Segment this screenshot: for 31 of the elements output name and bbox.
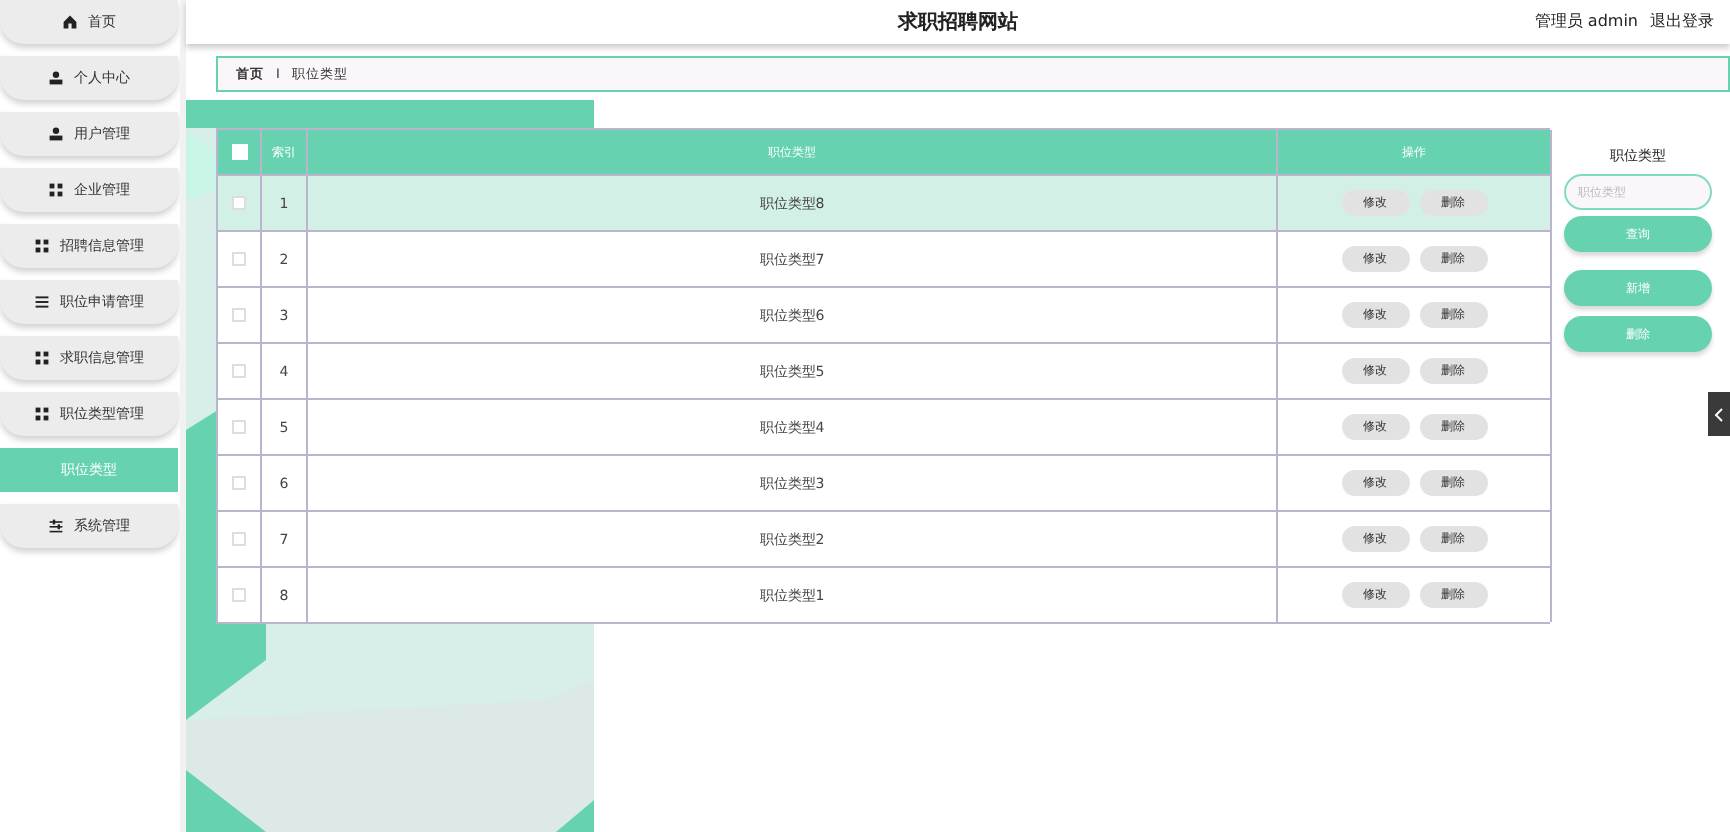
row-checkbox[interactable] [232,476,246,490]
table-row[interactable] [218,230,262,286]
person-icon [48,70,64,86]
person-icon [48,126,64,142]
collapse-handle[interactable] [1708,392,1730,436]
chevron-icon [1714,407,1724,421]
table-row[interactable] [218,398,262,454]
grid-icon [34,350,50,366]
grid-icon [48,182,64,198]
row-checkbox[interactable] [232,588,246,602]
table-row[interactable] [218,510,262,566]
row-checkbox[interactable] [232,196,246,210]
table-row[interactable] [218,566,262,622]
table-row[interactable] [218,286,262,342]
list-icon [34,294,50,310]
table-row[interactable] [218,342,262,398]
sliders-icon [48,518,64,534]
logout-link[interactable]: 退出登录 [1650,10,1714,32]
user-label: 管理员 admin [1534,10,1638,32]
row-checkbox[interactable] [232,364,246,378]
grid-icon [34,406,50,422]
select-all-checkbox[interactable] [231,144,247,160]
table-row[interactable] [218,454,262,510]
grid-icon [34,238,50,254]
row-checkbox[interactable] [232,420,246,434]
row-checkbox[interactable] [232,532,246,546]
row-checkbox[interactable] [232,252,246,266]
home-icon [62,14,78,30]
row-checkbox[interactable] [232,308,246,322]
table-row[interactable] [218,174,262,230]
site-title: 求职招聘网站 [898,9,1018,36]
